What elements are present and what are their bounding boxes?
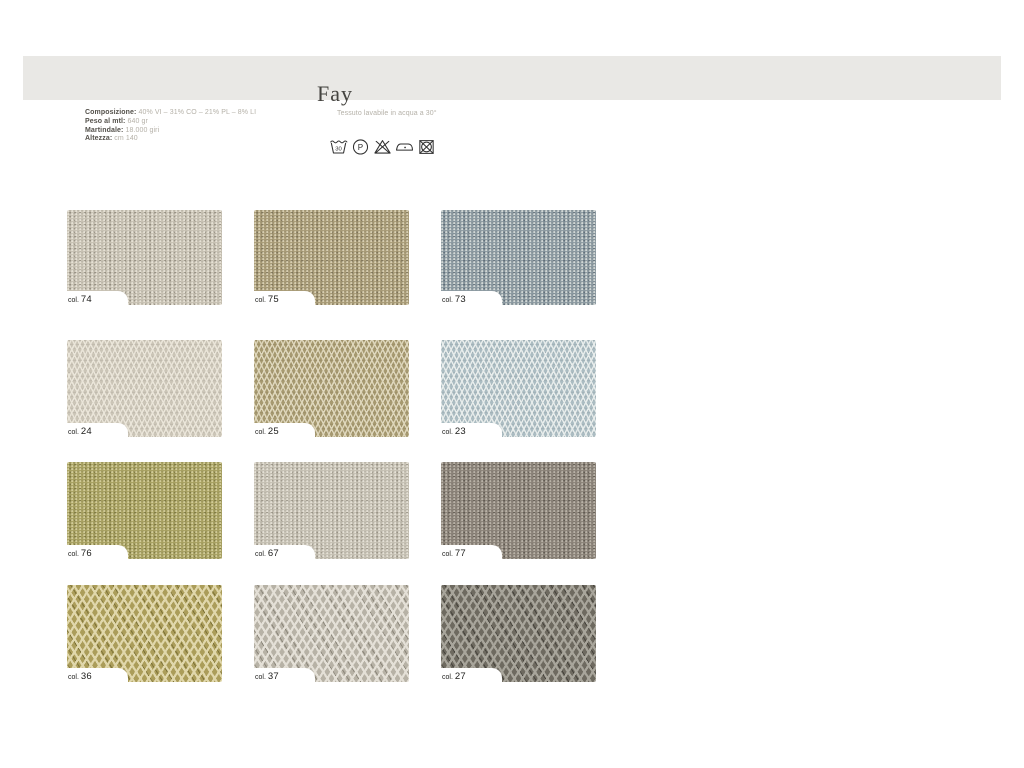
swatch-grid: col. 74 col. 75 col. 73 col. 24 col. 25 (67, 210, 596, 682)
swatch-label-number: 23 (455, 427, 466, 437)
washing-note: Tessuto lavabile in acqua a 30° (337, 110, 437, 117)
swatch-col-36: col. 36 (67, 585, 222, 682)
swatch-label-number: 75 (268, 295, 279, 305)
no-tumble-dry-icon (417, 137, 436, 156)
spec-block: Composizione:40% VI – 31% CO – 21% PL – … (85, 109, 256, 144)
swatch-label-number: 37 (268, 672, 279, 682)
swatch-label-prefix: col. (68, 551, 79, 558)
swatch-label-prefix: col. (68, 297, 79, 304)
spec-value: 40% VI – 31% CO – 21% PL – 8% LI (138, 109, 256, 116)
spec-label: Peso al mtl: (85, 118, 126, 125)
spec-label: Composizione: (85, 109, 136, 116)
spec-value: 18.000 giri (125, 127, 159, 134)
swatch-label-prefix: col. (255, 297, 266, 304)
swatch-col-74: col. 74 (67, 210, 222, 305)
swatch-label-number: 73 (455, 295, 466, 305)
swatch-label-number: 36 (81, 672, 92, 682)
swatch-label: col. 77 (441, 545, 502, 559)
swatch-label: col. 23 (441, 423, 502, 437)
swatch-label: col. 76 (67, 545, 128, 559)
swatch-label: col. 24 (67, 423, 128, 437)
spec-label: Altezza: (85, 135, 112, 142)
swatch-label-prefix: col. (255, 551, 266, 558)
swatch-col-76: col. 76 (67, 462, 222, 559)
swatch-row: col. 24 col. 25 col. 23 (67, 340, 596, 437)
swatch-col-77: col. 77 (441, 462, 596, 559)
swatch-label-number: 24 (81, 427, 92, 437)
swatch-label-prefix: col. (68, 674, 79, 681)
swatch-col-23: col. 23 (441, 340, 596, 437)
swatch-label-number: 25 (268, 427, 279, 437)
dry-clean-p-icon: P (351, 137, 370, 156)
swatch-label-prefix: col. (442, 674, 453, 681)
swatch-label-number: 76 (81, 549, 92, 559)
swatch-label: col. 75 (254, 291, 315, 305)
spec-composition: Composizione:40% VI – 31% CO – 21% PL – … (85, 109, 256, 118)
swatch-col-37: col. 37 (254, 585, 409, 682)
swatch-label: col. 73 (441, 291, 502, 305)
iron-low-icon (395, 137, 414, 156)
swatch-col-27: col. 27 (441, 585, 596, 682)
svg-text:P: P (358, 143, 363, 152)
header-bar: Fay (23, 56, 1001, 100)
swatch-label: col. 37 (254, 668, 315, 682)
spec-height: Altezza:cm 140 (85, 135, 256, 144)
swatch-label-prefix: col. (442, 551, 453, 558)
swatch-label: col. 27 (441, 668, 502, 682)
spec-martindale: Martindale:18.000 giri (85, 127, 256, 136)
swatch-label: col. 25 (254, 423, 315, 437)
page-title: Fay (317, 71, 353, 115)
swatch-label-prefix: col. (442, 429, 453, 436)
swatch-row: col. 36 col. 37 col. 27 (67, 585, 596, 682)
swatch-label-prefix: col. (442, 297, 453, 304)
swatch-col-75: col. 75 (254, 210, 409, 305)
swatch-label-number: 74 (81, 295, 92, 305)
swatch-col-25: col. 25 (254, 340, 409, 437)
svg-text:30: 30 (335, 146, 342, 152)
swatch-col-73: col. 73 (441, 210, 596, 305)
swatch-label-prefix: col. (68, 429, 79, 436)
care-symbols-row: 30 P (329, 137, 436, 156)
no-bleach-icon (373, 137, 392, 156)
swatch-label-prefix: col. (255, 429, 266, 436)
spec-value: cm 140 (114, 135, 138, 142)
swatch-col-24: col. 24 (67, 340, 222, 437)
swatch-label-number: 27 (455, 672, 466, 682)
swatch-label: col. 67 (254, 545, 315, 559)
spec-value: 640 gr (128, 118, 148, 125)
catalog-page: { "page_title": "Fay", "theme": { "heade… (0, 0, 1024, 768)
swatch-label-prefix: col. (255, 674, 266, 681)
swatch-row: col. 74 col. 75 col. 73 (67, 210, 596, 305)
swatch-label: col. 36 (67, 668, 128, 682)
swatch-label-number: 77 (455, 549, 466, 559)
wash-30-icon: 30 (329, 137, 348, 156)
swatch-label: col. 74 (67, 291, 128, 305)
spec-label: Martindale: (85, 127, 123, 134)
swatch-row: col. 76 col. 67 col. 77 (67, 462, 596, 559)
spec-weight: Peso al mtl:640 gr (85, 118, 256, 127)
swatch-col-67: col. 67 (254, 462, 409, 559)
swatch-label-number: 67 (268, 549, 279, 559)
